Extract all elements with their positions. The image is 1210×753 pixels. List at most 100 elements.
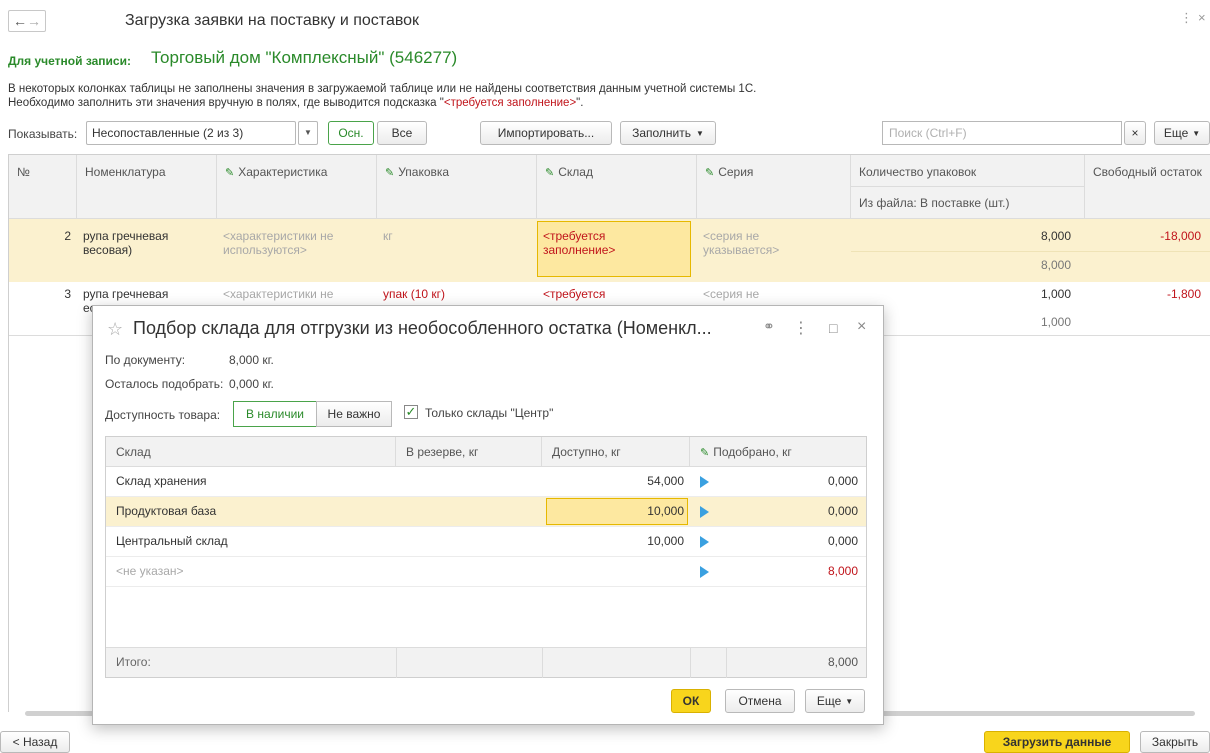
- col-picked[interactable]: ✎ Подобрано, кг: [690, 437, 866, 467]
- in-stock-toggle[interactable]: В наличии: [233, 401, 317, 427]
- by-doc-label: По документу:: [105, 353, 186, 367]
- row-num: 2: [64, 229, 71, 243]
- available-value: 10,000: [647, 534, 684, 548]
- fill-button[interactable]: Заполнить ▼: [620, 121, 716, 145]
- col-reserve[interactable]: В резерве, кг: [396, 437, 542, 467]
- osn-button[interactable]: Осн.: [328, 121, 374, 145]
- not-important-toggle[interactable]: Не важно: [316, 401, 392, 427]
- nomenclature-cell[interactable]: рупа гречневая: [77, 287, 217, 301]
- pencil-icon: ✎: [225, 167, 235, 179]
- only-center-checkbox[interactable]: ✓: [404, 405, 418, 419]
- import-button[interactable]: Импортировать...: [480, 121, 612, 145]
- free-cell: -18,000: [1160, 229, 1201, 243]
- info-line-2-prefix: Необходимо заполнить эти значения вручну…: [8, 97, 444, 109]
- qty-cell[interactable]: 8,000: [851, 229, 1077, 243]
- only-center-label: Только склады "Центр": [425, 406, 554, 420]
- col-characteristic[interactable]: ✎ Характеристика: [217, 155, 377, 219]
- characteristic-cell-2: используются>: [223, 243, 307, 257]
- col-nomenclature[interactable]: Номенклатура: [77, 155, 217, 219]
- fill-button-label: Заполнить: [632, 126, 691, 140]
- close-button[interactable]: Закрыть: [1140, 731, 1210, 753]
- warehouse-cell-2: заполнение>: [543, 243, 616, 257]
- col-warehouse[interactable]: ✎ Склад: [537, 155, 697, 219]
- more-button[interactable]: Еще ▼: [1154, 121, 1210, 145]
- footer-divider: [542, 648, 543, 678]
- warehouse-name: Центральный склад: [116, 534, 228, 548]
- search-input[interactable]: Поиск (Ctrl+F): [882, 121, 1122, 145]
- nomenclature-cell[interactable]: рупа гречневая: [77, 229, 217, 243]
- col-package[interactable]: ✎ Упаковка: [377, 155, 537, 219]
- total-label: Итого:: [116, 655, 151, 669]
- picked-value[interactable]: 0,000: [726, 527, 858, 557]
- footer-divider: [396, 648, 397, 678]
- arrow-right-icon[interactable]: [700, 536, 709, 548]
- table-row[interactable]: Центральный склад 10,000 0,000: [106, 527, 866, 557]
- picked-value[interactable]: 8,000: [726, 557, 858, 587]
- forward-arrow-icon[interactable]: →: [27, 13, 41, 29]
- account-value: Торговый дом "Комплексный" (546277): [151, 48, 458, 67]
- more-icon[interactable]: ⋮: [1180, 10, 1193, 26]
- star-icon[interactable]: ☆: [107, 319, 123, 340]
- col-available[interactable]: Доступно, кг: [542, 437, 690, 467]
- chevron-down-icon: ▼: [845, 696, 854, 706]
- close-icon[interactable]: ×: [857, 318, 866, 336]
- arrow-right-icon[interactable]: [700, 566, 709, 578]
- total-value: 8,000: [827, 655, 858, 669]
- load-data-button[interactable]: Загрузить данные: [984, 731, 1130, 753]
- qty-file-cell: 8,000: [1040, 258, 1071, 272]
- link-icon[interactable]: ⚭: [763, 318, 775, 335]
- available-value: 54,000: [647, 474, 684, 488]
- table-row[interactable]: Склад хранения 54,000 0,000: [106, 467, 866, 497]
- dropdown-icon[interactable]: ▼: [298, 121, 318, 145]
- col-free[interactable]: Свободный остаток: [1085, 155, 1210, 219]
- picked-value[interactable]: 0,000: [726, 497, 858, 527]
- close-icon[interactable]: ×: [1198, 10, 1206, 25]
- back-button[interactable]: < Назад: [0, 731, 70, 753]
- qty-cell[interactable]: 1,000: [851, 287, 1077, 301]
- series-cell[interactable]: <серия не: [697, 287, 851, 301]
- more-icon[interactable]: ⋮: [793, 318, 809, 338]
- show-label: Показывать:: [8, 127, 78, 141]
- info-line-2-suffix: ".: [576, 97, 584, 109]
- remaining-value: 0,000 кг.: [229, 377, 274, 391]
- warehouse-name: Склад хранения: [116, 474, 207, 488]
- back-arrow-icon[interactable]: ←: [13, 13, 27, 29]
- col-package-label: Упаковка: [398, 165, 450, 179]
- picked-value[interactable]: 0,000: [726, 467, 858, 497]
- nav-buttons: ← →: [8, 10, 46, 32]
- package-cell[interactable]: упак (10 кг): [377, 287, 537, 301]
- col-qty[interactable]: Количество упаковок: [851, 155, 1085, 187]
- maximize-icon[interactable]: □: [829, 320, 837, 336]
- arrow-right-icon[interactable]: [700, 506, 709, 518]
- characteristic-cell[interactable]: <характеристики не: [217, 229, 377, 243]
- dialog-title: Подбор склада для отгрузки из необособле…: [133, 318, 712, 338]
- cancel-button[interactable]: Отмена: [725, 689, 795, 713]
- warehouse-cell[interactable]: <требуется: [537, 287, 691, 301]
- warehouse-selection-dialog: ☆ Подбор склада для отгрузки из необособ…: [92, 305, 884, 725]
- row-num: 3: [64, 287, 71, 301]
- table-row[interactable]: Продуктовая база 10,000 0,000: [106, 497, 866, 527]
- free-cell: -1,800: [1166, 287, 1201, 301]
- table-row[interactable]: <не указан> 8,000: [106, 557, 866, 587]
- warehouse-cell[interactable]: <требуется: [537, 229, 691, 243]
- pencil-icon: ✎: [700, 447, 710, 459]
- nomenclature-cell-2: весовая): [83, 243, 133, 257]
- col-series[interactable]: ✎ Серия: [697, 155, 851, 219]
- info-line-1: В некоторых колонках таблицы не заполнен…: [8, 83, 757, 95]
- col-qty-sub[interactable]: Из файла: В поставке (шт.): [851, 187, 1085, 219]
- all-button[interactable]: Все: [377, 121, 427, 145]
- ok-button[interactable]: ОК: [671, 689, 711, 713]
- package-cell[interactable]: кг: [377, 229, 537, 243]
- characteristic-cell[interactable]: <характеристики не: [217, 287, 377, 301]
- info-hint: <требуется заполнение>: [443, 97, 577, 109]
- window-title: Загрузка заявки на поставку и поставок: [125, 12, 420, 29]
- col-warehouse[interactable]: Склад: [106, 437, 396, 467]
- col-warehouse-label: Склад: [558, 165, 593, 179]
- col-num[interactable]: №: [9, 155, 77, 219]
- dialog-more-button[interactable]: Еще ▼: [805, 689, 865, 713]
- show-select[interactable]: Несопоставленные (2 из 3): [86, 121, 296, 145]
- series-cell[interactable]: <серия не: [697, 229, 851, 243]
- arrow-right-icon[interactable]: [700, 476, 709, 488]
- footer-divider: [690, 648, 691, 678]
- clear-search-button[interactable]: ×: [1124, 121, 1146, 145]
